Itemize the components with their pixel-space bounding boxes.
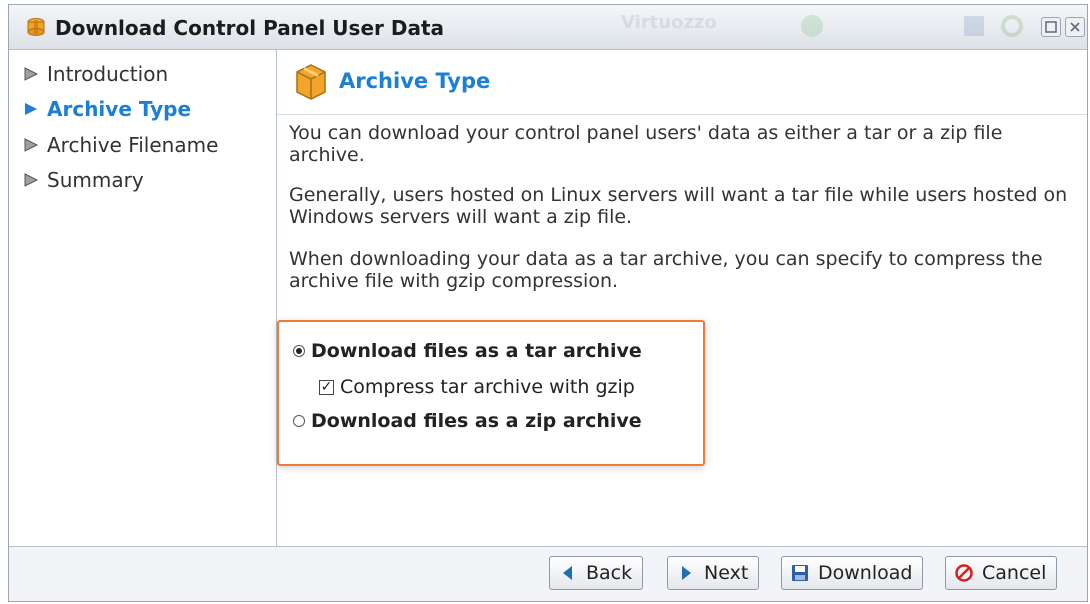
arrow-right-icon [24,138,39,152]
maximize-icon [1045,21,1057,33]
arrow-right-icon [24,173,39,187]
nav-item-label: Archive Filename [47,133,219,157]
checkbox-checked-icon: ✓ [319,378,334,395]
tar-archive-radio[interactable]: Download files as a tar archive [293,340,642,362]
cancel-button-label: Cancel [982,562,1047,584]
download-button[interactable]: Download [781,556,924,590]
zip-archive-radio[interactable]: Download files as a zip archive [293,410,642,432]
radio-selected-icon [293,345,305,357]
refresh-icon [1001,15,1023,37]
radio-unselected-icon [293,415,305,427]
cancel-button[interactable]: Cancel [945,556,1058,590]
content-header: Archive Type [277,50,1087,115]
cancel-icon [955,564,973,582]
download-button-label: Download [818,562,913,584]
nav-item-introduction[interactable]: Introduction [21,62,168,86]
description-paragraph: You can download your control panel user… [289,122,1003,166]
zip-archive-label: Download files as a zip archive [311,410,642,432]
dialog-footer: Back Next Download Cancel [9,546,1087,601]
next-button[interactable]: Next [667,556,760,590]
check-icon [801,15,823,37]
arrow-right-icon [24,67,39,81]
gzip-label: Compress tar archive with gzip [340,376,635,398]
close-icon [1070,22,1080,32]
arrow-right-icon [682,566,691,580]
nav-item-archive-type[interactable]: Archive Type [21,97,191,121]
archive-options-group: Download files as a tar archive ✓ Compre… [277,320,705,466]
close-button[interactable] [1065,17,1085,37]
download-dialog: Download Control Panel User Data Virtuoz… [8,4,1088,602]
nav-item-archive-filename[interactable]: Archive Filename [21,133,218,157]
nav-item-summary[interactable]: Summary [21,168,144,192]
nav-item-label: Archive Type [47,97,192,121]
dialog-title: Download Control Panel User Data [55,16,444,40]
save-icon [792,565,808,581]
arrow-right-icon [25,103,37,115]
tar-archive-label: Download files as a tar archive [311,340,642,362]
section-title: Archive Type [339,69,491,93]
arrow-left-icon [563,566,572,580]
content-panel: Archive Type You can download your contr… [277,50,1087,548]
watermark-text: Virtuozzo [621,12,717,33]
description-paragraph: When downloading your data as a tar arch… [289,248,1043,292]
gzip-checkbox[interactable]: ✓ Compress tar archive with gzip [319,376,635,398]
next-button-label: Next [704,562,749,584]
archive-box-icon [296,64,326,100]
title-bar: Download Control Panel User Data Virtuoz… [9,5,1087,50]
save-icon [964,16,984,36]
description-paragraph: Generally, users hosted on Linux servers… [289,184,1068,228]
database-icon [27,18,45,36]
back-button-label: Back [586,562,633,584]
maximize-button[interactable] [1041,17,1061,37]
wizard-steps-nav: Introduction Archive Type Archive Filena… [9,50,277,548]
nav-item-label: Introduction [47,62,169,86]
nav-item-label: Summary [47,168,144,192]
back-button[interactable]: Back [549,556,644,590]
